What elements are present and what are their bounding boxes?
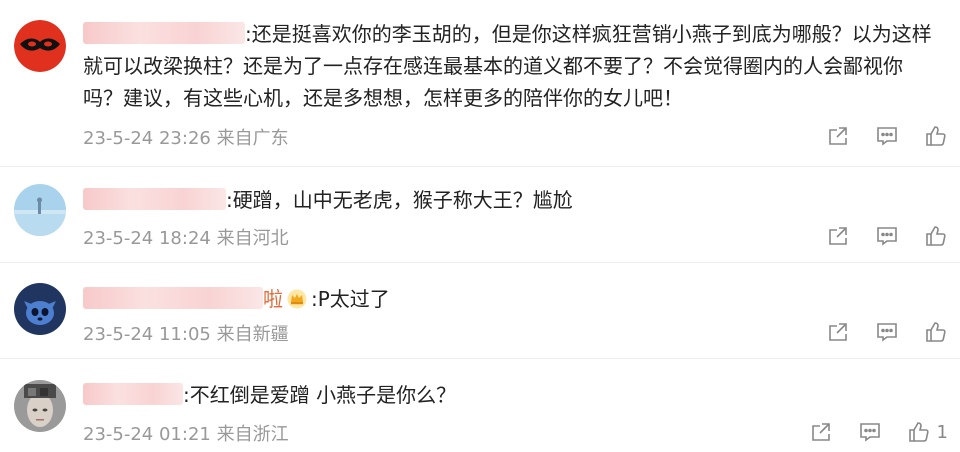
comment-item: :还是挺喜欢你的李玉胡的，但是你这样疯狂营销小燕子到底为哪般？以为这样 就可以改… [0,0,960,165]
like-icon [908,422,929,442]
comment-line: :硬蹭，山中无老虎，猴子称大王？尴尬 [226,188,573,212]
like-icon [926,126,946,146]
share-icon [811,423,830,441]
like-icon [926,322,946,342]
username[interactable] [83,383,183,405]
avatar[interactable] [14,184,66,236]
comment-item: 啦 :P太过了 23-5-24 11:05 来自新疆 [0,263,960,358]
comment-item: :不红倒是爱蹭 小燕子是你么？ 23-5-24 01:21 来自浙江 1 [0,359,960,452]
avatar[interactable] [14,283,66,335]
comment-meta: 23-5-24 11:05 来自新疆 [83,324,289,345]
username[interactable] [83,22,245,44]
action-bar [826,320,948,344]
share-icon [829,323,847,341]
comment-icon [877,323,897,342]
like-button[interactable] [924,224,948,248]
comment-icon [859,423,880,442]
crown-badge-icon [287,289,307,309]
action-bar: 1 [809,420,948,444]
avatar[interactable] [14,20,66,72]
share-button[interactable] [826,224,850,248]
avatar[interactable] [14,380,66,432]
comment-text: :还是挺喜欢你的李玉胡的，但是你这样疯狂营销小燕子到底为哪般？以为这样 就可以改… [83,18,940,114]
comment-line: 吗？建议，有这些心机，还是多想想，怎样更多的陪伴你的女儿吧！ [83,86,683,110]
comment-line: 就可以改梁换柱？还是为了一点存在感连最基本的道义都不要了？不会觉得圈内的人会鄙视… [83,54,903,78]
like-button[interactable]: 1 [907,420,948,444]
comment-line: :P太过了 [311,287,390,311]
comment-icon [877,227,897,246]
like-icon [926,226,946,246]
share-button[interactable] [826,124,850,148]
comment-text: :硬蹭，山中无老虎，猴子称大王？尴尬 [83,184,940,216]
comment-button[interactable] [858,420,882,444]
share-button[interactable] [809,420,833,444]
comment-icon [877,127,897,146]
comment-text: :不红倒是爱蹭 小燕子是你么？ [83,379,940,411]
share-icon [829,127,847,145]
comment-meta: 23-5-24 01:21 来自浙江 [83,424,289,445]
comment-item: :硬蹭，山中无老虎，猴子称大王？尴尬 23-5-24 18:24 来自河北 [0,167,960,262]
username[interactable] [83,188,226,210]
username[interactable] [83,287,263,309]
comment-button[interactable] [875,320,899,344]
share-icon [829,227,847,245]
comment-text: 啦 :P太过了 [83,283,940,315]
username-tail[interactable]: 啦 [263,287,283,311]
share-button[interactable] [826,320,850,344]
comment-meta: 23-5-24 18:24 来自河北 [83,228,289,249]
comment-button[interactable] [875,124,899,148]
comment-meta: 23-5-24 23:26 来自广东 [83,128,289,149]
like-button[interactable] [924,124,948,148]
comment-line: :还是挺喜欢你的李玉胡的，但是你这样疯狂营销小燕子到底为哪般？以为这样 [245,22,932,46]
like-count: 1 [936,421,948,443]
action-bar [826,224,948,248]
like-button[interactable] [924,320,948,344]
comment-line: :不红倒是爱蹭 小燕子是你么？ [183,383,457,407]
comment-button[interactable] [875,224,899,248]
action-bar [826,124,948,148]
